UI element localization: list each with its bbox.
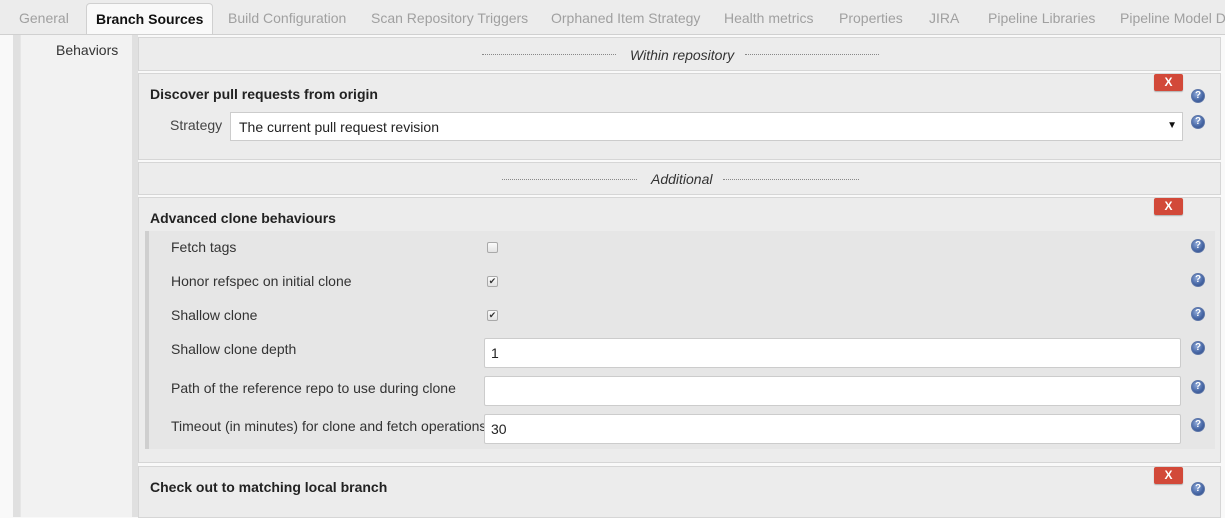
tab-health-metrics[interactable]: Health metrics xyxy=(724,10,813,26)
strategy-label: Strategy xyxy=(170,117,223,133)
shallow-depth-input[interactable] xyxy=(484,338,1181,368)
shallow-depth-label: Shallow clone depth xyxy=(171,341,297,357)
help-icon[interactable]: ? xyxy=(1191,239,1205,253)
advanced-clone-panel: Advanced clone behaviours X Fetch tags H… xyxy=(138,197,1221,463)
sidebar: Behaviors xyxy=(20,35,132,517)
tab-general[interactable]: General xyxy=(19,10,69,26)
help-icon[interactable]: ? xyxy=(1191,418,1205,432)
help-icon[interactable]: ? xyxy=(1191,307,1205,321)
fetch-tags-label: Fetch tags xyxy=(171,239,237,255)
honor-refspec-label: Honor refspec on initial clone xyxy=(171,273,352,289)
tab-branch-sources[interactable]: Branch Sources xyxy=(86,3,214,34)
fetch-tags-checkbox[interactable] xyxy=(487,242,498,253)
section-heading-within-repository: Within repository xyxy=(630,47,735,63)
tab-pipeline-libraries[interactable]: Pipeline Libraries xyxy=(988,10,1095,26)
discover-pr-title: Discover pull requests from origin xyxy=(150,86,378,102)
separator-line-left xyxy=(482,54,616,55)
tab-pipeline-model-definition[interactable]: Pipeline Model De xyxy=(1120,10,1225,26)
tab-jira[interactable]: JIRA xyxy=(929,10,959,26)
separator-line-right xyxy=(745,54,879,55)
advanced-clone-options: Fetch tags Honor refspec on initial clon… xyxy=(145,231,1215,449)
tab-properties[interactable]: Properties xyxy=(839,10,903,26)
section-additional: Additional xyxy=(138,162,1221,195)
tab-bar: General Branch Sources Build Configurati… xyxy=(0,0,1225,35)
help-icon[interactable]: ? xyxy=(1191,89,1205,103)
timeout-label: Timeout (in minutes) for clone and fetch… xyxy=(171,418,487,434)
section-heading-additional: Additional xyxy=(651,171,713,187)
remove-checkout-local-button[interactable]: X xyxy=(1154,467,1183,484)
help-icon[interactable]: ? xyxy=(1191,115,1205,129)
behaviors-label: Behaviors xyxy=(56,42,119,58)
strategy-select[interactable]: The current pull request revision ▼ xyxy=(230,112,1183,141)
timeout-input[interactable] xyxy=(484,414,1181,444)
advanced-clone-title: Advanced clone behaviours xyxy=(150,210,336,226)
remove-advanced-clone-button[interactable]: X xyxy=(1154,198,1183,215)
discover-pr-panel: Discover pull requests from origin X ? S… xyxy=(138,73,1221,160)
shallow-clone-checkbox[interactable]: ✔ xyxy=(487,310,498,321)
separator-line-left xyxy=(502,178,637,180)
tab-build-configuration[interactable]: Build Configuration xyxy=(228,10,346,26)
help-icon[interactable]: ? xyxy=(1191,380,1205,394)
reference-repo-label: Path of the reference repo to use during… xyxy=(171,380,456,396)
separator-line-right xyxy=(723,178,859,180)
section-within-repository: Within repository xyxy=(138,37,1221,71)
checkout-local-panel: Check out to matching local branch X ? xyxy=(138,466,1221,518)
honor-refspec-checkbox[interactable]: ✔ xyxy=(487,276,498,287)
shallow-clone-label: Shallow clone xyxy=(171,307,258,323)
remove-discover-pr-button[interactable]: X xyxy=(1154,74,1183,91)
help-icon[interactable]: ? xyxy=(1191,273,1205,287)
reference-repo-input[interactable] xyxy=(484,376,1181,406)
help-icon[interactable]: ? xyxy=(1191,341,1205,355)
tab-scan-repository-triggers[interactable]: Scan Repository Triggers xyxy=(371,10,528,26)
left-gutter xyxy=(13,35,20,517)
chevron-down-icon: ▼ xyxy=(1167,120,1177,131)
checkout-local-title: Check out to matching local branch xyxy=(150,479,388,495)
help-icon[interactable]: ? xyxy=(1191,482,1205,496)
tab-orphaned-item-strategy[interactable]: Orphaned Item Strategy xyxy=(551,10,700,26)
strategy-selected-value: The current pull request revision xyxy=(239,119,439,135)
